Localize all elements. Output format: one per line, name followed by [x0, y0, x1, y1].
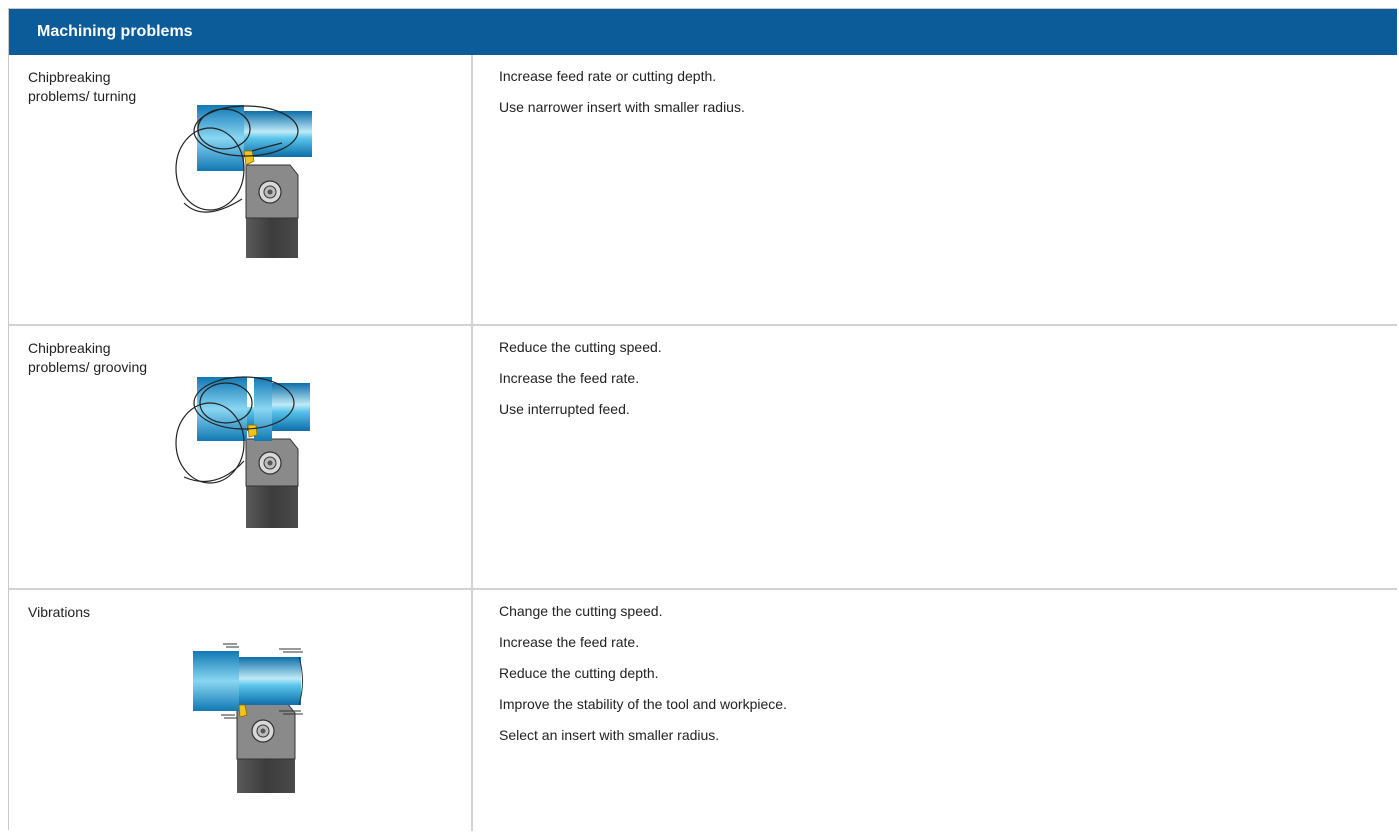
- solution-item: Select an insert with smaller radius.: [499, 727, 720, 743]
- vibration-icon: [179, 643, 319, 798]
- table-row: Chipbreaking problems/ turning Increase …: [9, 55, 1397, 326]
- table-header: Machining problems: [9, 9, 1397, 55]
- problem-label: Vibrations: [28, 604, 91, 620]
- solution-item: Increase the feed rate.: [499, 370, 640, 386]
- problem-cell: Chipbreaking problems/ turning: [9, 55, 473, 324]
- problem-cell: Chipbreaking problems/ grooving: [9, 326, 473, 588]
- turning-chip-icon: [164, 103, 314, 263]
- problems-table: Machining problems Chipbreaking problems…: [8, 8, 1397, 831]
- solution-item: Reduce the cutting depth.: [499, 665, 659, 681]
- solution-item: Increase the feed rate.: [499, 634, 640, 650]
- problem-label: Chipbreaking problems/ turning: [28, 69, 137, 104]
- solution-cell: Reduce the cutting speed. Increase the f…: [473, 326, 1397, 588]
- solution-cell: Change the cutting speed. Increase the f…: [473, 590, 1397, 831]
- table-row: Chipbreaking problems/ grooving Reduce t…: [9, 326, 1397, 590]
- problem-label: Chipbreaking problems/ grooving: [28, 340, 148, 375]
- solution-item: Use interrupted feed.: [499, 401, 630, 417]
- grooving-chip-icon: [164, 373, 314, 533]
- table-row: Vibrations Change the cutting speed. Inc…: [9, 590, 1397, 831]
- solution-cell: Increase feed rate or cutting depth. Use…: [473, 55, 1397, 324]
- solution-item: Change the cutting speed.: [499, 603, 663, 619]
- solution-item: Use narrower insert with smaller radius.: [499, 99, 745, 115]
- solution-item: Reduce the cutting speed.: [499, 339, 662, 355]
- solution-item: Increase feed rate or cutting depth.: [499, 68, 717, 84]
- table-title: Machining problems: [37, 23, 193, 40]
- problem-cell: Vibrations: [9, 590, 473, 831]
- solution-item: Improve the stability of the tool and wo…: [499, 696, 787, 712]
